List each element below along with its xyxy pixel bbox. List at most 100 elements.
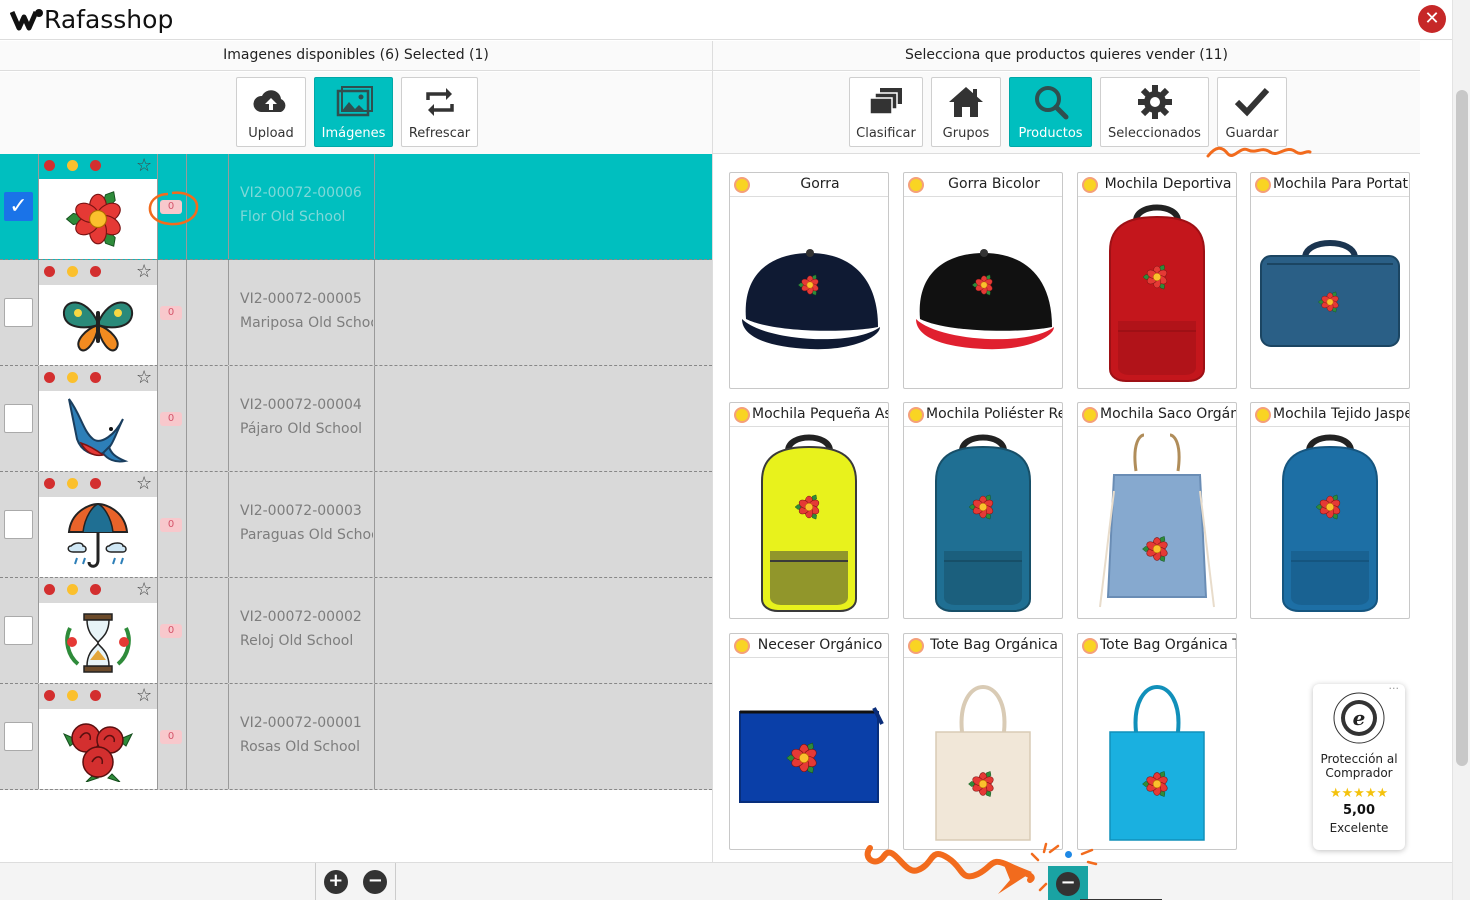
product-card[interactable]: Mochila Pequeña Asa	[729, 402, 889, 619]
status-dots	[44, 372, 101, 383]
row-checkbox[interactable]: ✓	[4, 192, 33, 221]
image-name: Paraguas Old School	[240, 527, 373, 543]
red-dot-icon[interactable]	[44, 372, 55, 383]
count-badge: 0	[160, 306, 182, 320]
image-thumbnail[interactable]	[39, 709, 157, 789]
svg-text:e: e	[1353, 706, 1366, 730]
column-divider	[157, 472, 158, 577]
image-code: VI2-00072-00001	[240, 715, 362, 731]
row-checkbox[interactable]	[4, 616, 33, 645]
product-card[interactable]: Gorra Bicolor	[903, 172, 1063, 389]
red-dot-icon[interactable]	[44, 266, 55, 277]
products-button[interactable]: Productos	[1009, 77, 1092, 147]
left-panel-title: Imagenes disponibles (6) Selected (1)	[0, 41, 712, 71]
column-divider	[157, 154, 158, 259]
status-dots	[44, 690, 101, 701]
row-checkbox[interactable]	[4, 298, 33, 327]
images-button[interactable]: Imágenes	[314, 77, 393, 147]
row-checkbox[interactable]	[4, 510, 33, 539]
yellow-dot-icon[interactable]	[67, 160, 78, 171]
red-dot-icon[interactable]	[90, 690, 101, 701]
classify-button[interactable]: Clasificar	[849, 77, 923, 147]
image-row[interactable]: ☆ 0 VI2-00072-00002 Reloj Old School	[0, 578, 712, 684]
product-card[interactable]: Mochila Para Portatil	[1250, 172, 1410, 389]
remove-product-button[interactable]: −	[1048, 866, 1088, 900]
product-name: Mochila Poliéster Rec	[904, 403, 1062, 427]
yellow-dot-icon[interactable]	[67, 478, 78, 489]
product-card[interactable]: Tote Bag Orgánica	[903, 633, 1063, 850]
image-row[interactable]: ☆ 0 VI2-00072-00004 Pájaro Old School	[0, 366, 712, 472]
product-image	[731, 660, 887, 848]
star-icon[interactable]: ☆	[136, 367, 152, 388]
count-badge: 0	[160, 200, 182, 214]
refresh-icon	[425, 88, 454, 116]
red-dot-icon[interactable]	[44, 690, 55, 701]
image-thumbnail[interactable]	[39, 391, 157, 471]
yellow-dot-icon[interactable]	[67, 372, 78, 383]
scrollbar-thumb[interactable]	[1456, 90, 1468, 766]
status-dots	[44, 584, 101, 595]
image-row[interactable]: ☆ 0 VI2-00072-00003 Paraguas Old School	[0, 472, 712, 578]
product-image	[1252, 199, 1408, 387]
save-button[interactable]: Guardar	[1217, 77, 1287, 147]
product-image	[905, 429, 1061, 617]
red-dot-icon[interactable]	[90, 584, 101, 595]
image-row[interactable]: ☆ 0 VI2-00072-00001 Rosas Old School	[0, 684, 712, 790]
upload-button[interactable]: Upload	[236, 77, 306, 147]
image-row[interactable]: ✓ ☆ 0 VI2-00072-00006 Flor Old School	[0, 154, 712, 260]
red-dot-icon[interactable]	[44, 160, 55, 171]
row-checkbox[interactable]	[4, 404, 33, 433]
red-dot-icon[interactable]	[90, 372, 101, 383]
red-dot-icon[interactable]	[44, 584, 55, 595]
image-thumbnail[interactable]	[39, 179, 157, 259]
product-card[interactable]: Mochila Tejido Jaspea	[1250, 402, 1410, 619]
column-divider	[374, 154, 375, 259]
star-icon[interactable]: ☆	[136, 155, 152, 176]
red-dot-icon[interactable]	[90, 266, 101, 277]
checkmark-icon	[1234, 87, 1270, 117]
close-button[interactable]: ✕	[1418, 5, 1446, 33]
scrollbar[interactable]	[1452, 0, 1470, 900]
yellow-dot-icon[interactable]	[67, 690, 78, 701]
image-row[interactable]: ☆ 0 VI2-00072-00005 Mariposa Old School	[0, 260, 712, 366]
count-badge: 0	[160, 730, 182, 744]
selected-button[interactable]: Seleccionados	[1100, 77, 1209, 147]
trust-badge[interactable]: ··· e Protección al Comprador ★★★★★ 5,00…	[1313, 682, 1405, 850]
product-card[interactable]: Neceser Orgánico	[729, 633, 889, 850]
remove-button[interactable]: −	[363, 870, 388, 894]
image-thumbnail[interactable]	[39, 497, 157, 577]
close-icon: ✕	[1424, 8, 1440, 29]
product-card[interactable]: Mochila Deportiva	[1077, 172, 1237, 389]
star-icon[interactable]: ☆	[136, 579, 152, 600]
groups-button[interactable]: Grupos	[931, 77, 1001, 147]
row-checkbox[interactable]	[4, 722, 33, 751]
product-card[interactable]: Tote Bag Orgánica Te	[1077, 633, 1237, 850]
product-image	[731, 199, 887, 387]
refresh-button[interactable]: Refrescar	[401, 77, 478, 147]
star-icon[interactable]: ☆	[136, 685, 152, 706]
column-divider	[186, 366, 187, 471]
image-code: VI2-00072-00005	[240, 291, 362, 307]
product-card[interactable]: Gorra	[729, 172, 889, 389]
column-divider	[374, 578, 375, 683]
cloud-upload-icon	[253, 90, 286, 112]
trust-seal-icon: e	[1333, 692, 1385, 744]
red-dot-icon[interactable]	[90, 478, 101, 489]
star-icon[interactable]: ☆	[136, 473, 152, 494]
image-name: Mariposa Old School	[240, 315, 373, 331]
app-title: Rafasshop	[44, 4, 174, 34]
star-icon[interactable]: ☆	[136, 261, 152, 282]
product-card[interactable]: Mochila Saco Orgánic	[1077, 402, 1237, 619]
red-dot-icon[interactable]	[90, 160, 101, 171]
more-icon[interactable]: ···	[1389, 682, 1400, 695]
red-dot-icon[interactable]	[44, 478, 55, 489]
logo: Rafasshop	[10, 4, 173, 34]
image-thumbnail[interactable]	[39, 603, 157, 683]
add-button[interactable]: +	[323, 870, 348, 894]
yellow-dot-icon[interactable]	[67, 266, 78, 277]
product-card[interactable]: Mochila Poliéster Rec	[903, 402, 1063, 619]
count-badge: 0	[160, 624, 182, 638]
image-thumbnail[interactable]	[39, 285, 157, 365]
yellow-dot-icon[interactable]	[67, 584, 78, 595]
images-icon	[336, 86, 373, 117]
